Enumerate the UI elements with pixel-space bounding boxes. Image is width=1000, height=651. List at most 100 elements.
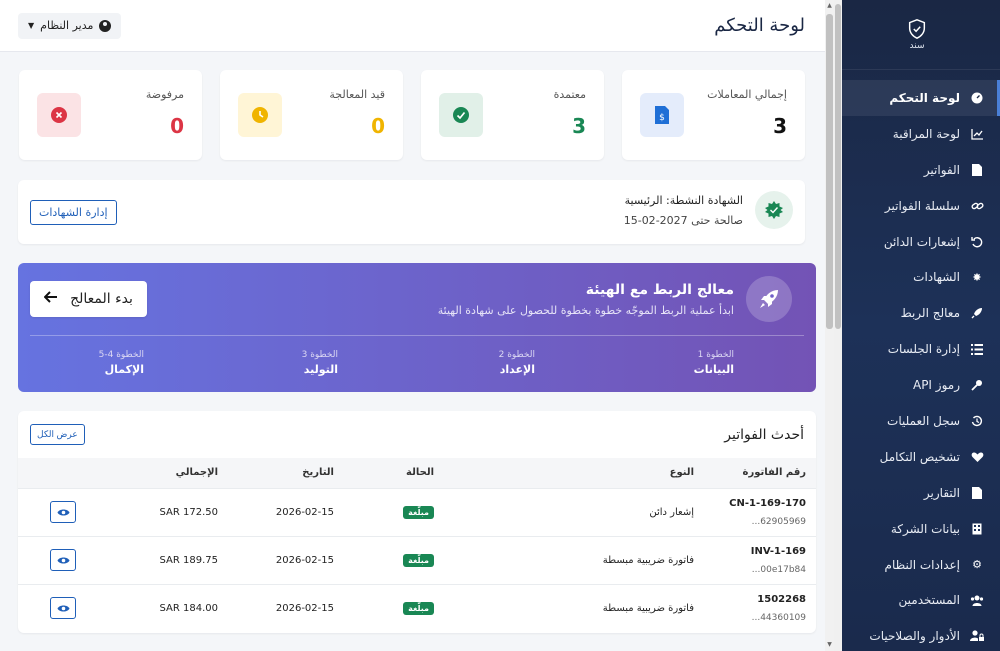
invoice-total: SAR 172.50 [159,506,219,518]
certificate-title: الشهادة النشطة: الرئيسية [624,194,743,207]
svg-text:$: $ [659,113,665,123]
sidebar: سند لوحة التحكم لوحة المراقبة الفواتير س… [834,0,1000,651]
sidebar-item-credit-notes[interactable]: إشعارات الدائن [842,224,1000,260]
rocket-icon [746,276,792,322]
view-invoice-button[interactable] [50,597,76,620]
sidebar-item-label: لوحة المراقبة [892,126,960,141]
stat-label: مرفوضة [145,88,184,101]
table-row[interactable]: INV-1-169 00e17b84... فاتورة ضريبية مبسطة… [18,536,816,584]
column-header: الإجمالي [175,467,218,479]
sidebar-nav: لوحة التحكم لوحة المراقبة الفواتير سلسلة… [834,80,1000,651]
stat-label: معتمدة [553,88,586,101]
sidebar-scrollbar-thumb[interactable] [835,4,841,329]
sidebar-item-wizard[interactable]: معالج الربط [842,295,1000,331]
sidebar-item-api-tokens[interactable]: رموز API [842,367,1000,403]
wizard-subtitle: ابدأ عملية الربط الموجّه خطوة بخطوة للحص… [437,304,734,317]
rocket-icon [970,306,984,320]
view-all-invoices-button[interactable]: عرض الكل [30,424,85,445]
column-header: النوع [669,467,694,479]
sidebar-item-reports[interactable]: التقارير [842,475,1000,511]
sidebar-item-label: سجل العمليات [887,413,960,428]
main-scrollbar-thumb[interactable] [826,14,833,329]
sidebar-item-diagnostics[interactable]: تشخيص التكامل [842,439,1000,475]
sidebar-item-label: إدارة الجلسات [887,342,960,357]
sidebar-item-dashboard[interactable]: لوحة التحكم [842,80,1000,116]
arrow-left-icon [43,291,58,307]
sidebar-item-system-settings[interactable]: ⚙ إعدادات النظام [842,547,1000,583]
brand-logo[interactable]: سند [834,0,1000,70]
invoice-type: إشعار دائن [649,506,694,518]
sidebar-item-monitoring[interactable]: لوحة المراقبة [842,116,1000,152]
column-header: الحالة [406,467,434,479]
cogs-icon: ⚙ [972,558,982,572]
sidebar-item-label: رموز API [912,378,960,393]
invoice-date: 2026-02-15 [275,506,334,518]
scroll-down-arrow-icon[interactable]: ▼ [826,641,833,649]
wizard-step-3: الخطوة 3 التوليد [302,350,338,376]
certificate-icon: ✸ [972,270,982,284]
sidebar-item-sessions[interactable]: إدارة الجلسات [842,331,1000,367]
main-content: ▲ ▼ لوحة التحكم مدير النظام ▼ إجمالي الم… [0,0,834,651]
sidebar-item-invoice-chain[interactable]: سلسلة الفواتير [842,188,1000,224]
users-icon [970,593,984,607]
column-header-actions [18,458,108,488]
eye-icon [57,605,69,612]
wizard-step-1: الخطوة 1 البيانات [694,350,734,376]
sidebar-item-users[interactable]: المستخدمين [842,582,1000,618]
stat-value: 0 [170,114,184,138]
dollar-file-icon: $ [640,93,684,137]
integration-wizard-banner: معالج الربط مع الهيئة ابدأ عملية الربط ا… [18,263,816,392]
view-invoice-button[interactable] [50,501,76,523]
invoice-number: CN-1-169-170 [729,497,806,509]
user-name: مدير النظام [40,19,94,32]
invoice-id: 00e17b84... [751,564,806,575]
sidebar-item-roles[interactable]: الأدوار والصلاحيات [842,618,1000,651]
stat-value: 3 [773,114,787,138]
sidebar-item-company[interactable]: بيانات الشركة [842,511,1000,547]
step-label: الإعداد [499,363,535,376]
sidebar-item-label: المستخدمين [898,593,960,608]
stat-card-total: إجمالي المعاملات 3 $ [622,70,805,160]
brand-logo-text: سند [909,41,925,51]
sidebar-item-label: إعدادات النظام [884,557,960,572]
eye-icon [57,509,69,515]
step-number: الخطوة 2 [498,350,535,360]
check-circle-icon [439,93,483,137]
invoices-table: رقم الفاتورة النوع الحالة التاريخ الإجما… [18,458,816,632]
sidebar-item-label: معالج الربط [900,306,960,321]
certificate-validity: صالحة حتى 2027-02-15 [623,214,743,227]
table-header-row: رقم الفاتورة النوع الحالة التاريخ الإجما… [18,458,816,488]
scroll-up-arrow-icon[interactable]: ▲ [826,2,833,10]
sidebar-item-label: بيانات الشركة [890,521,960,536]
user-lock-icon [970,629,984,643]
main-scrollbar[interactable]: ▲ ▼ [825,0,834,651]
wizard-step-2: الخطوة 2 الإعداد [499,350,535,376]
stat-label: إجمالي المعاملات [707,88,787,101]
sidebar-item-invoices[interactable]: الفواتير [842,152,1000,188]
step-number: الخطوة 1 [697,350,734,360]
history-icon [970,414,984,428]
active-certificate-card: الشهادة النشطة: الرئيسية صالحة حتى 2027-… [18,180,805,244]
sidebar-item-label: تشخيص التكامل [879,449,960,464]
stat-value: 3 [572,114,586,138]
sidebar-item-label: التقارير [923,485,960,500]
stat-label: قيد المعالجة [329,88,385,101]
certificate-icon [755,191,793,229]
manage-certificates-button[interactable]: إدارة الشهادات [30,200,117,225]
clock-icon [238,93,282,137]
wizard-title: معالج الربط مع الهيئة [585,282,734,298]
sidebar-item-activity-log[interactable]: سجل العمليات [842,403,1000,439]
table-row[interactable]: CN-1-169-170 62905969... إشعار دائن مبلّغ… [18,488,816,536]
user-menu-dropdown[interactable]: مدير النظام ▼ [18,12,122,39]
sidebar-item-label: لوحة التحكم [889,90,960,105]
view-invoice-button[interactable] [50,549,76,571]
invoice-file-icon [970,163,984,177]
shield-icon [908,19,926,39]
status-badge: مبلّغة [403,505,434,519]
sidebar-scrollbar[interactable] [834,0,842,651]
start-wizard-button[interactable]: بدء المعالج [30,281,147,317]
latest-invoices-title: أحدث الفواتير [724,427,804,443]
sidebar-item-certificates[interactable]: ✸ الشهادات [842,259,1000,295]
column-header: رقم الفاتورة [742,467,806,479]
table-row[interactable]: 1502268 44360109... فاتورة ضريبية مبسطة م… [18,584,816,632]
